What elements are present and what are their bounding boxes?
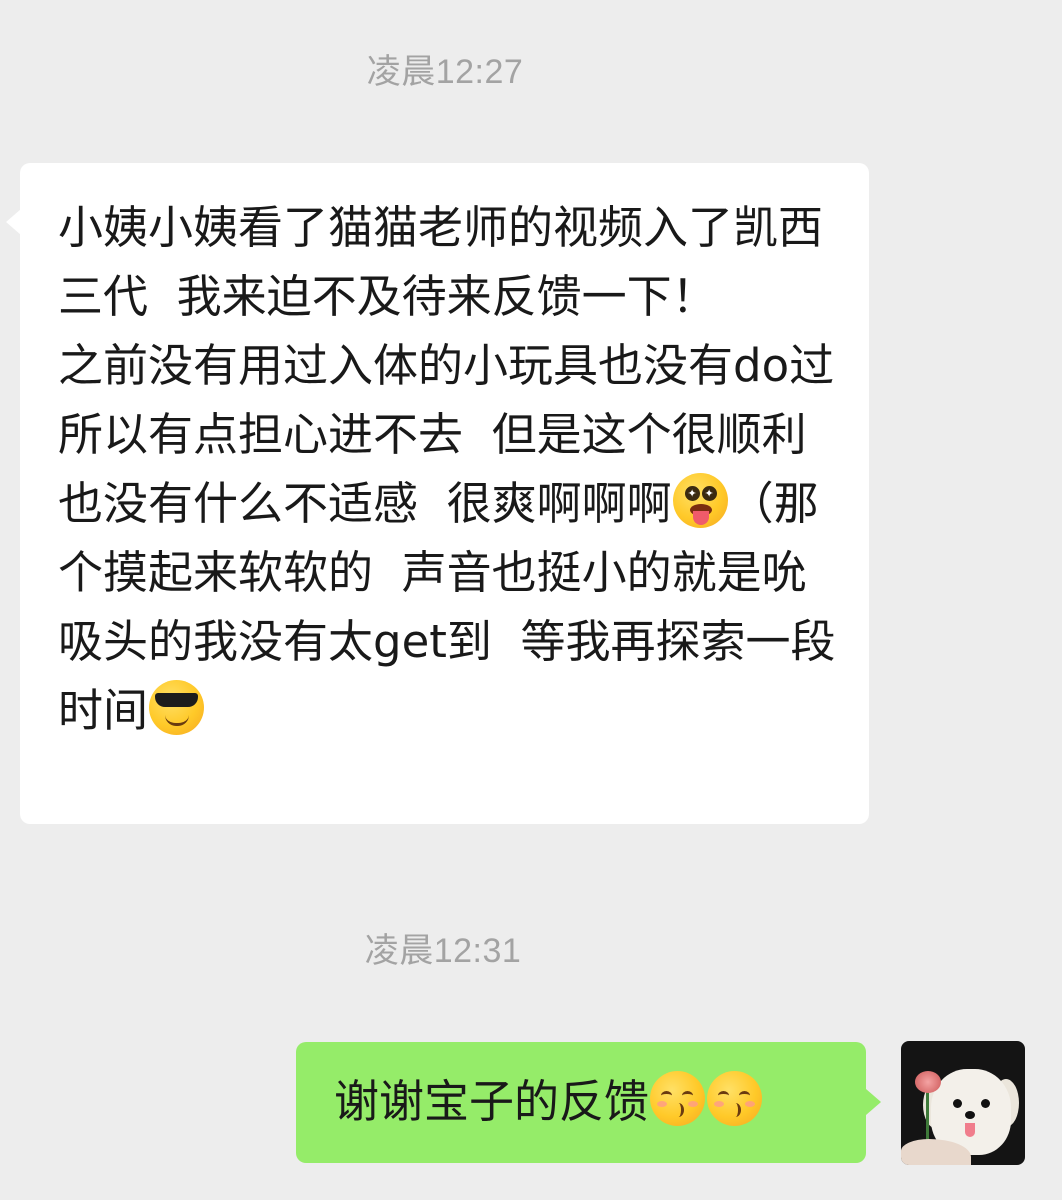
sunglasses-emoji	[149, 680, 205, 735]
avatar-dog-eye	[981, 1099, 990, 1108]
incoming-message-text: 小姨小姨看了猫猫老师的视频入了凯西三代 我来迫不及待来反馈一下！ 之前没有用过入…	[58, 193, 838, 745]
outgoing-message-bubble[interactable]: 谢谢宝子的反馈	[296, 1042, 881, 1163]
kissing-emoji	[650, 1071, 706, 1126]
avatar-rose-icon	[915, 1071, 941, 1093]
timestamp-1: 凌晨12:27	[366, 53, 524, 91]
timestamp-2: 凌晨12:31	[364, 932, 522, 970]
avatar-dog-tongue	[965, 1123, 975, 1137]
avatar-dog-eye	[953, 1099, 962, 1108]
self-avatar[interactable]	[901, 1041, 1025, 1165]
star-struck-tongue-emoji: ✦ ✦	[672, 473, 728, 528]
outgoing-message-text: 谢谢宝子的反馈	[334, 1070, 763, 1134]
kissing-emoji	[707, 1071, 763, 1126]
avatar-dog-nose	[965, 1111, 975, 1119]
message-text-segment: 谢谢宝子的反馈	[334, 1075, 650, 1128]
incoming-message-bubble[interactable]: 小姨小姨看了猫猫老师的视频入了凯西三代 我来迫不及待来反馈一下！ 之前没有用过入…	[6, 163, 869, 824]
